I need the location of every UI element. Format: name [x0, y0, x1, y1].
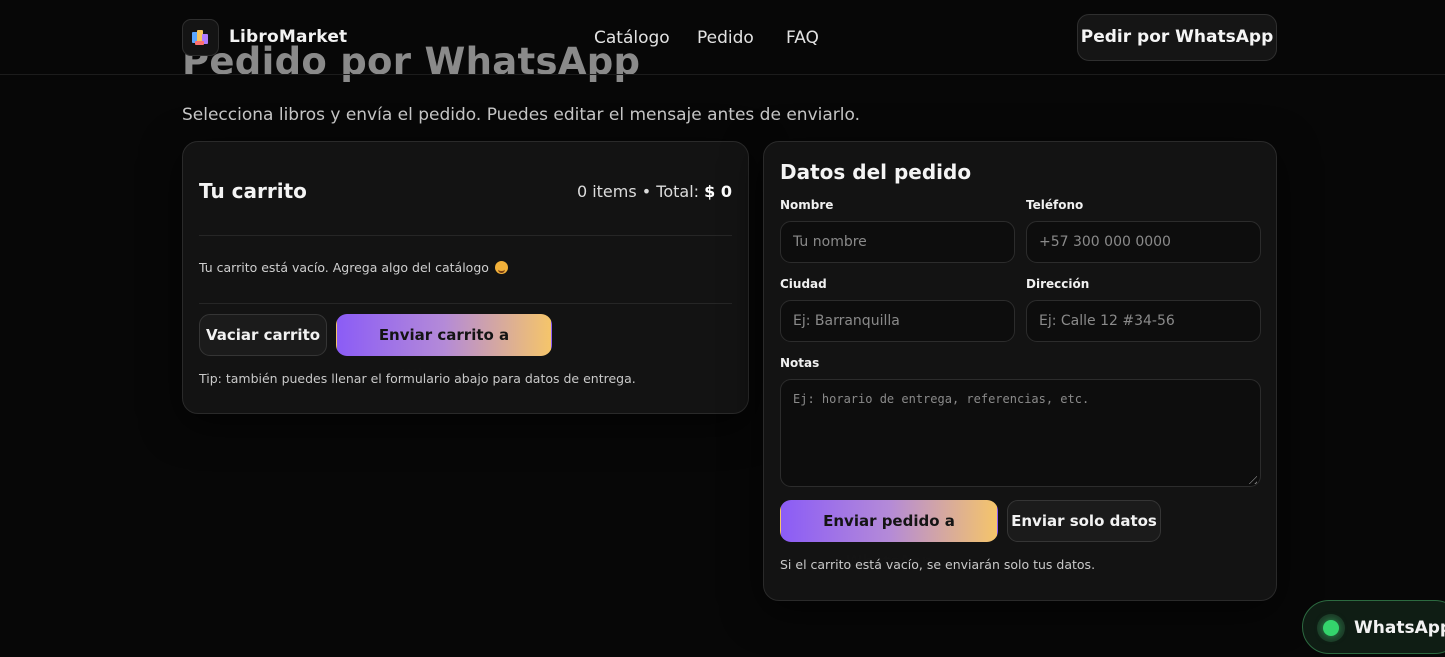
- cart-empty-text: Tu carrito está vacío. Agrega algo del c…: [199, 260, 489, 275]
- city-label: Ciudad: [780, 277, 827, 291]
- cart-card: Tu carrito 0 items • Total: $ 0 Tu carri…: [182, 141, 749, 414]
- page-subtitle: Selecciona libros y envía el pedido. Pue…: [182, 105, 860, 125]
- whatsapp-status-dot-icon: [1323, 620, 1339, 636]
- cart-title: Tu carrito: [199, 179, 307, 203]
- nav-link-pedido[interactable]: Pedido: [697, 28, 754, 48]
- cart-tip: Tip: también puedes llenar el formulario…: [199, 371, 636, 386]
- cart-divider-bottom: [199, 303, 732, 304]
- books-logo-icon: [192, 30, 210, 47]
- whatsapp-status-icon: [1317, 614, 1345, 642]
- nav-link-faq[interactable]: FAQ: [786, 28, 819, 48]
- cart-items-count: 0 items • Total:: [576, 182, 700, 201]
- floating-whatsapp-label: WhatsApp: [1354, 618, 1445, 638]
- city-input[interactable]: [780, 300, 1015, 342]
- header-whatsapp-button[interactable]: Pedir por WhatsApp: [1077, 14, 1277, 61]
- brand-name[interactable]: LibroMarket: [229, 27, 347, 47]
- address-label: Dirección: [1026, 277, 1090, 291]
- send-order-whatsapp-button[interactable]: Enviar pedido a WhatsApp: [780, 500, 998, 570]
- name-label: Nombre: [780, 198, 834, 212]
- notes-textarea[interactable]: [780, 379, 1261, 487]
- cart-divider-top: [199, 235, 732, 236]
- send-data-only-button[interactable]: Enviar solo datos: [1007, 500, 1161, 542]
- phone-input[interactable]: [1026, 221, 1261, 263]
- notes-label: Notas: [780, 356, 820, 370]
- site-header: LibroMarket Catálogo Pedido FAQ Pedir po…: [0, 0, 1445, 75]
- cart-summary: 0 items • Total: $ 0: [577, 182, 732, 201]
- phone-label: Teléfono: [1026, 198, 1084, 212]
- address-input[interactable]: [1026, 300, 1261, 342]
- floating-whatsapp-button[interactable]: WhatsApp: [1302, 600, 1445, 654]
- send-cart-whatsapp-button[interactable]: Enviar carrito a WhatsApp: [336, 314, 552, 384]
- nav-link-catalogo[interactable]: Catálogo: [594, 28, 670, 48]
- order-title: Datos del pedido: [780, 160, 972, 184]
- order-note: Si el carrito está vacío, se enviarán so…: [780, 557, 1096, 572]
- cart-total: $ 0: [704, 182, 732, 201]
- clear-cart-button[interactable]: Vaciar carrito: [199, 314, 327, 356]
- order-card: Datos del pedido Nombre Teléfono Ciudad …: [763, 141, 1277, 601]
- smiling-face-icon: [494, 261, 508, 274]
- name-input[interactable]: [780, 221, 1015, 263]
- cart-empty-message: Tu carrito está vacío. Agrega algo del c…: [199, 260, 508, 275]
- logo-badge[interactable]: [182, 19, 219, 56]
